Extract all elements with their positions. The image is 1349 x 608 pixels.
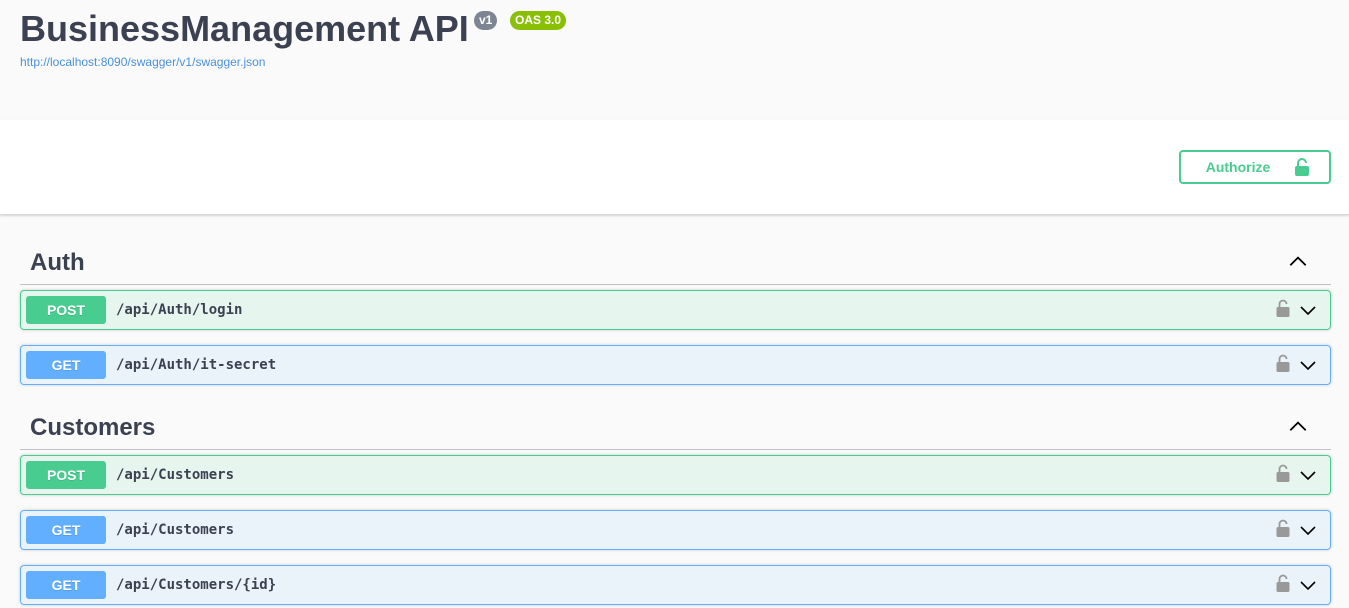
method-badge: POST	[26, 461, 106, 489]
chevron-up-icon[interactable]	[1287, 416, 1309, 438]
operation-path: /api/Customers/{id}	[116, 577, 277, 593]
tag-section-auth[interactable]: Auth	[20, 245, 1331, 285]
chevron-down-icon[interactable]	[1298, 300, 1318, 320]
lock-icon[interactable]	[1276, 519, 1290, 537]
version-badge: v1	[474, 11, 498, 30]
lock-icon[interactable]	[1276, 574, 1290, 592]
method-badge: GET	[26, 516, 106, 544]
tag-section-customers[interactable]: Customers	[20, 410, 1331, 450]
method-badge: POST	[26, 296, 106, 324]
lock-icon[interactable]	[1276, 464, 1290, 482]
operation-path: /api/Customers	[116, 467, 235, 483]
method-badge: GET	[26, 571, 106, 599]
operation-get-customers[interactable]: GET /api/Customers	[20, 510, 1331, 550]
authorize-button[interactable]: Authorize	[1179, 150, 1331, 184]
api-title: BusinessManagement API	[20, 8, 469, 49]
chevron-down-icon[interactable]	[1298, 575, 1318, 595]
lock-icon[interactable]	[1276, 299, 1290, 317]
unlocked-icon	[1295, 158, 1310, 176]
operation-post-customers[interactable]: POST /api/Customers	[20, 455, 1331, 495]
oas-version-badge: OAS 3.0	[510, 11, 567, 30]
operation-get-auth-it-secret[interactable]: GET /api/Auth/it-secret	[20, 345, 1331, 385]
api-info-header: BusinessManagement API v1 OAS 3.0 http:/…	[0, 0, 1349, 120]
lock-icon[interactable]	[1276, 354, 1290, 372]
operation-path: /api/Auth/it-secret	[116, 357, 277, 373]
operation-path: /api/Auth/login	[116, 302, 243, 318]
tag-title: Auth	[30, 249, 85, 276]
operation-path: /api/Customers	[116, 522, 235, 538]
authorize-label: Authorize	[1205, 159, 1271, 175]
scheme-container: Authorize	[0, 120, 1349, 215]
tag-title: Customers	[30, 414, 156, 441]
chevron-down-icon[interactable]	[1298, 465, 1318, 485]
chevron-down-icon[interactable]	[1298, 355, 1318, 375]
operation-get-customer-by-id[interactable]: GET /api/Customers/{id}	[20, 565, 1331, 605]
chevron-up-icon[interactable]	[1287, 251, 1309, 273]
operation-post-auth-login[interactable]: POST /api/Auth/login	[20, 290, 1331, 330]
chevron-down-icon[interactable]	[1298, 520, 1318, 540]
spec-url-link[interactable]: http://localhost:8090/swagger/v1/swagger…	[20, 55, 265, 69]
method-badge: GET	[26, 351, 106, 379]
